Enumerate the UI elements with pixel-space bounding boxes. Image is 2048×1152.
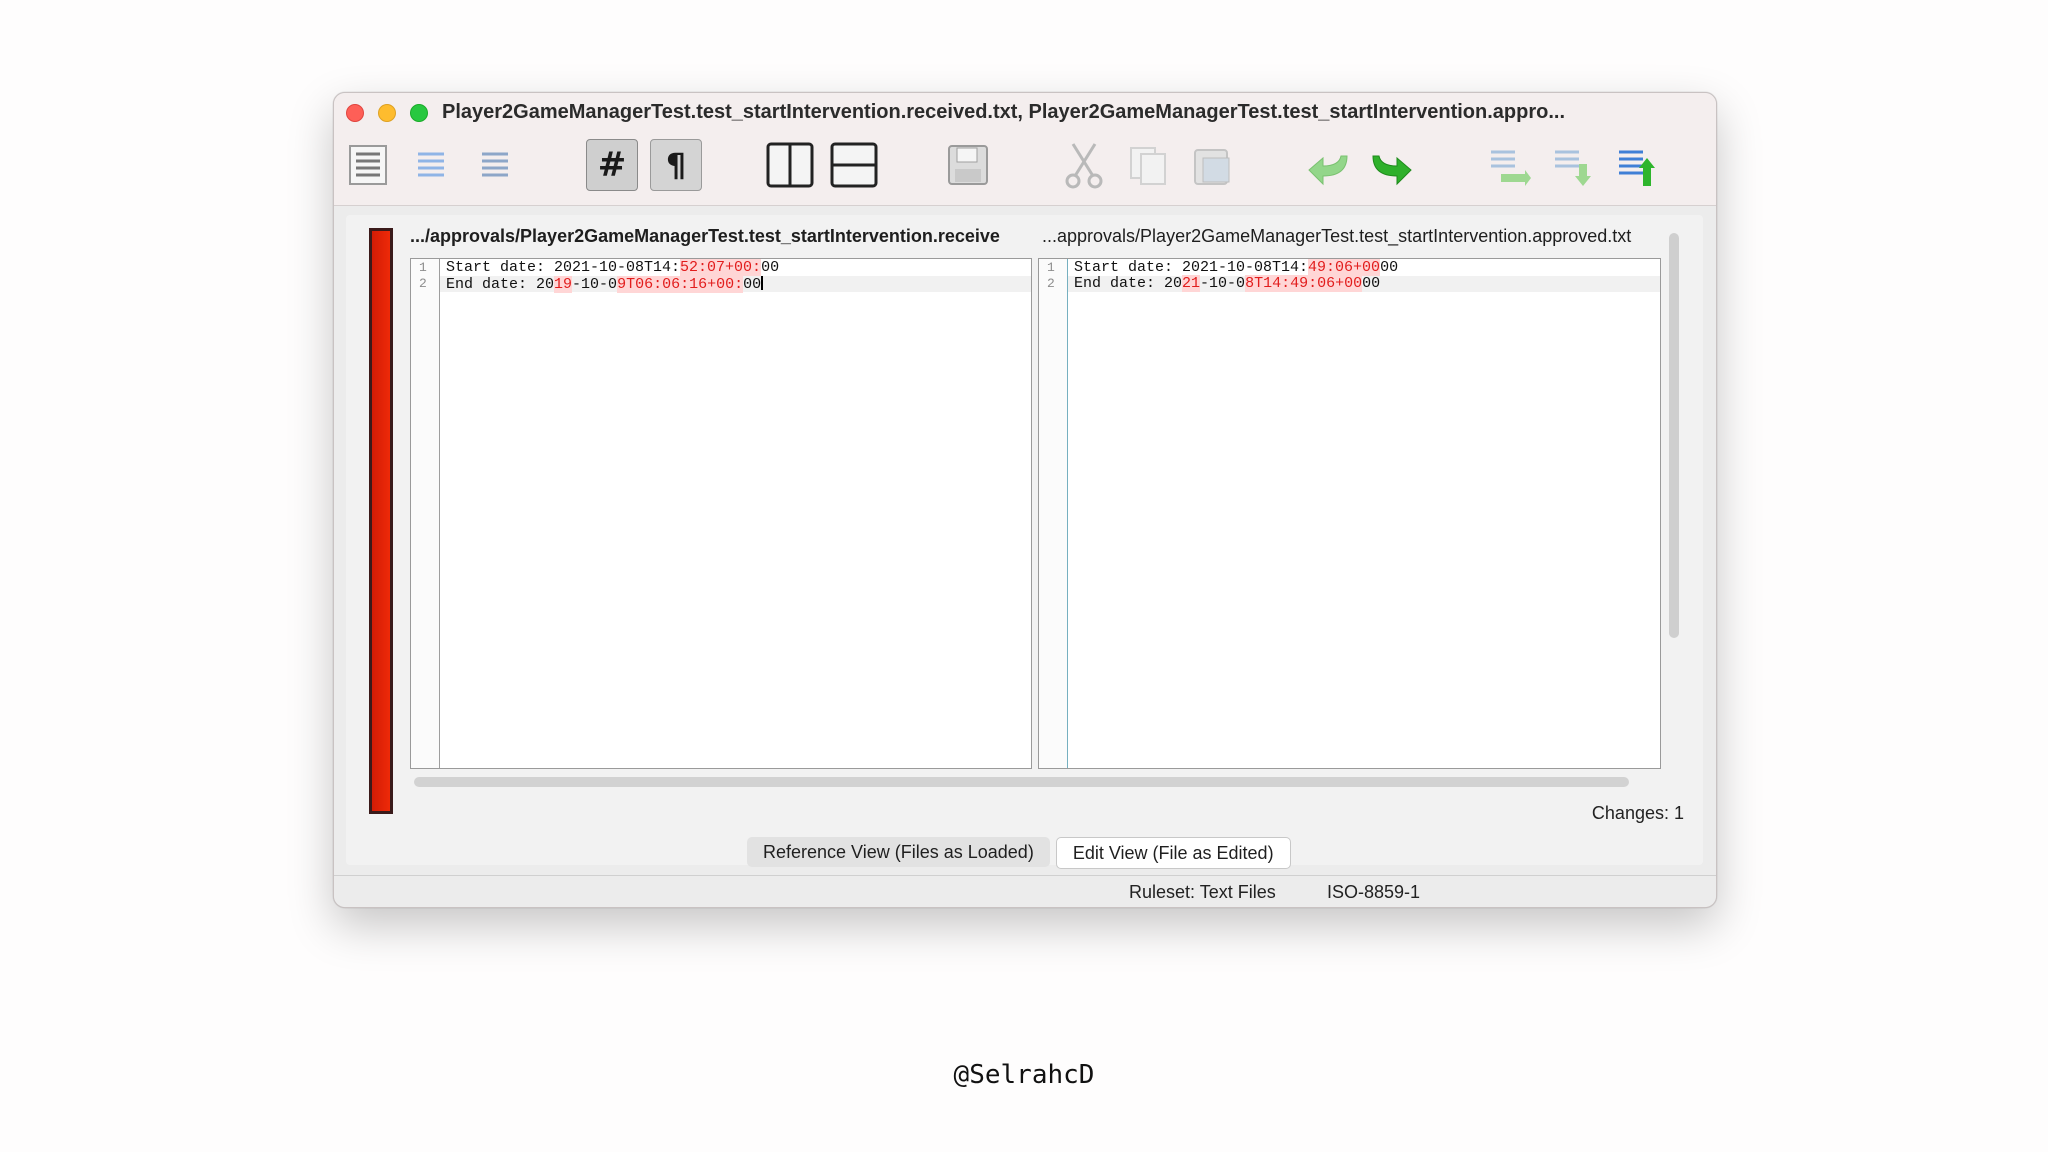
line-number: 1 bbox=[419, 260, 427, 275]
line-number: 1 bbox=[1047, 260, 1055, 275]
left-file-path: .../approvals/Player2GameManagerTest.tes… bbox=[410, 226, 1000, 246]
toolbar: # ¶ bbox=[334, 131, 1716, 206]
redo-icon bbox=[1372, 155, 1412, 186]
title-bar[interactable]: Player2GameManagerTest.test_startInterve… bbox=[334, 93, 1716, 131]
right-file-path: ...approvals/Player2GameManagerTest.test… bbox=[1042, 226, 1632, 246]
text-segment: 00 bbox=[761, 259, 780, 276]
side-by-side-button[interactable] bbox=[764, 139, 816, 191]
merge-down-icon bbox=[1491, 150, 1531, 186]
change-overview-bar[interactable] bbox=[369, 228, 393, 814]
save-button[interactable] bbox=[942, 139, 994, 191]
diff-window: Player2GameManagerTest.test_startInterve… bbox=[333, 92, 1717, 908]
code-line[interactable]: Start date: 2021-10-08T14:52:07+00:00 bbox=[446, 259, 780, 276]
merge-right-icon bbox=[1555, 150, 1591, 186]
diff-highlight: 8T14:49:06+00 bbox=[1245, 275, 1363, 292]
side-by-side-icon bbox=[766, 142, 814, 188]
diff-highlight: 21 bbox=[1182, 275, 1201, 292]
pilcrow-icon: ¶ bbox=[665, 146, 687, 184]
code-line[interactable]: End date: 2021-10-08T14:49:06+0000 bbox=[1074, 275, 1381, 292]
merge-up-icon bbox=[1619, 150, 1655, 186]
text-segment: -10-0 bbox=[572, 276, 618, 293]
vertical-scrollbar[interactable] bbox=[1669, 233, 1679, 638]
changes-count: Changes: 1 bbox=[1591, 803, 1684, 823]
tab-edit-view[interactable]: Edit View (File as Edited) bbox=[1055, 837, 1291, 869]
diff-highlight: 52:07+00: bbox=[680, 259, 762, 276]
text-segment: End date: 20 bbox=[1074, 275, 1183, 292]
over-under-button[interactable] bbox=[828, 139, 880, 191]
encoding-label: ISO-8859-1 bbox=[1327, 882, 1421, 902]
save-icon bbox=[948, 145, 988, 185]
line-number: 2 bbox=[419, 276, 427, 291]
text-segment: 00 bbox=[743, 276, 762, 293]
author-handle: @SelrahcD bbox=[953, 1060, 1095, 1090]
undo-icon bbox=[1308, 155, 1348, 186]
merge-right-button[interactable] bbox=[1546, 139, 1598, 191]
cut-button[interactable] bbox=[1058, 139, 1110, 191]
redo-button[interactable] bbox=[1366, 139, 1418, 191]
text-segment: Start date: 2021-10-08T14: bbox=[1074, 259, 1309, 276]
code-line[interactable]: Start date: 2021-10-08T14:49:06+0000 bbox=[1074, 259, 1399, 276]
paste-icon bbox=[1194, 149, 1230, 185]
status-bar: Ruleset: Text Files ISO-8859-1 bbox=[334, 875, 1716, 907]
diff-highlight: 19 bbox=[554, 276, 573, 293]
code-line[interactable]: End date: 2019-10-09T06:06:16+00:00 bbox=[446, 276, 764, 293]
left-editor-pane[interactable]: 1 2 Start date: 2021-10-08T14:52:07+00:0… bbox=[410, 258, 1032, 769]
align-button[interactable] bbox=[406, 139, 458, 191]
diff-highlight: 49:06+00 bbox=[1308, 259, 1381, 276]
line-numbers-icon: # bbox=[597, 145, 627, 185]
line-number-gutter: 1 2 bbox=[411, 259, 440, 768]
document-button[interactable] bbox=[342, 139, 394, 191]
diff-highlight: 9T06:06:16+00: bbox=[617, 276, 744, 293]
over-under-icon bbox=[830, 142, 878, 188]
line-number: 2 bbox=[1047, 276, 1055, 291]
document-icon bbox=[349, 145, 387, 185]
line-number-gutter: 1 2 bbox=[1039, 259, 1068, 768]
lines-button[interactable] bbox=[470, 139, 522, 191]
right-editor-pane[interactable]: 1 2 Start date: 2021-10-08T14:49:06+0000… bbox=[1038, 258, 1661, 769]
align-lines-icon bbox=[418, 152, 444, 177]
window-title: Player2GameManagerTest.test_startInterve… bbox=[442, 101, 1566, 123]
pilcrow-button[interactable]: ¶ bbox=[650, 139, 702, 191]
line-numbers-button[interactable]: # bbox=[586, 139, 638, 191]
text-caret bbox=[761, 276, 764, 290]
copy-button[interactable] bbox=[1122, 139, 1174, 191]
merge-up-button[interactable] bbox=[1610, 139, 1662, 191]
text-segment: End date: 20 bbox=[446, 276, 555, 293]
undo-button[interactable] bbox=[1302, 139, 1354, 191]
view-tabs: Reference View (Files as Loaded) Edit Vi… bbox=[747, 837, 1291, 869]
text-segment: -10-0 bbox=[1200, 275, 1246, 292]
paste-button[interactable] bbox=[1186, 139, 1238, 191]
tab-reference-view[interactable]: Reference View (Files as Loaded) bbox=[747, 837, 1050, 867]
text-segment: Start date: 2021-10-08T14: bbox=[446, 259, 681, 276]
text-segment: 00 bbox=[1380, 259, 1399, 276]
ruleset-label: Ruleset: Text Files bbox=[1129, 882, 1276, 902]
minimize-button[interactable] bbox=[378, 104, 396, 122]
horizontal-scrollbar[interactable] bbox=[414, 777, 1629, 787]
maximize-button[interactable] bbox=[410, 104, 428, 122]
merge-down-button[interactable] bbox=[1482, 139, 1534, 191]
cut-icon bbox=[1065, 143, 1103, 189]
lines-icon bbox=[482, 152, 508, 177]
text-segment: 00 bbox=[1362, 275, 1381, 292]
close-button[interactable] bbox=[346, 104, 364, 122]
copy-icon bbox=[1130, 147, 1166, 185]
